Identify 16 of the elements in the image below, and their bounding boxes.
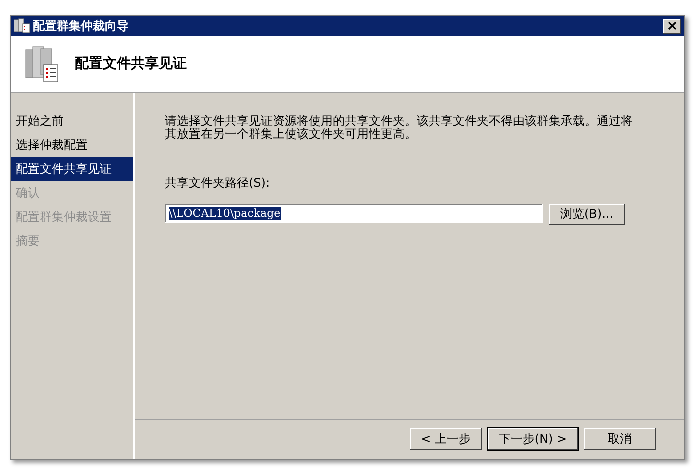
window-title: 配置群集仲裁向导 [33,18,130,34]
step-item[interactable]: 配置文件共享见证 [11,157,133,181]
description-text: 请选择文件共享见证资源将使用的共享文件夹。该共享文件夹不得由该群集承载。通过将其放置在另一个群集上使该文件夹可用性更高。 [165,115,634,141]
server-cluster-icon [25,45,59,83]
close-icon [668,22,676,30]
page-title: 配置文件共享见证 [75,55,187,73]
browse-button[interactable]: 浏览(B)... [549,204,625,225]
wizard-button[interactable]: 下一步(N) > [488,428,578,450]
path-field[interactable]: \\LOCAL10\package [165,204,543,223]
path-label: 共享文件夹路径(S): [165,175,272,192]
wizard-button[interactable]: < 上一步 [410,428,482,450]
step-item[interactable]: 开始之前 [11,109,133,133]
step-item[interactable]: 选择仲裁配置 [11,133,133,157]
close-button[interactable] [663,18,681,34]
wizard-button[interactable]: 取消 [584,428,656,450]
server-cluster-icon [14,18,30,34]
